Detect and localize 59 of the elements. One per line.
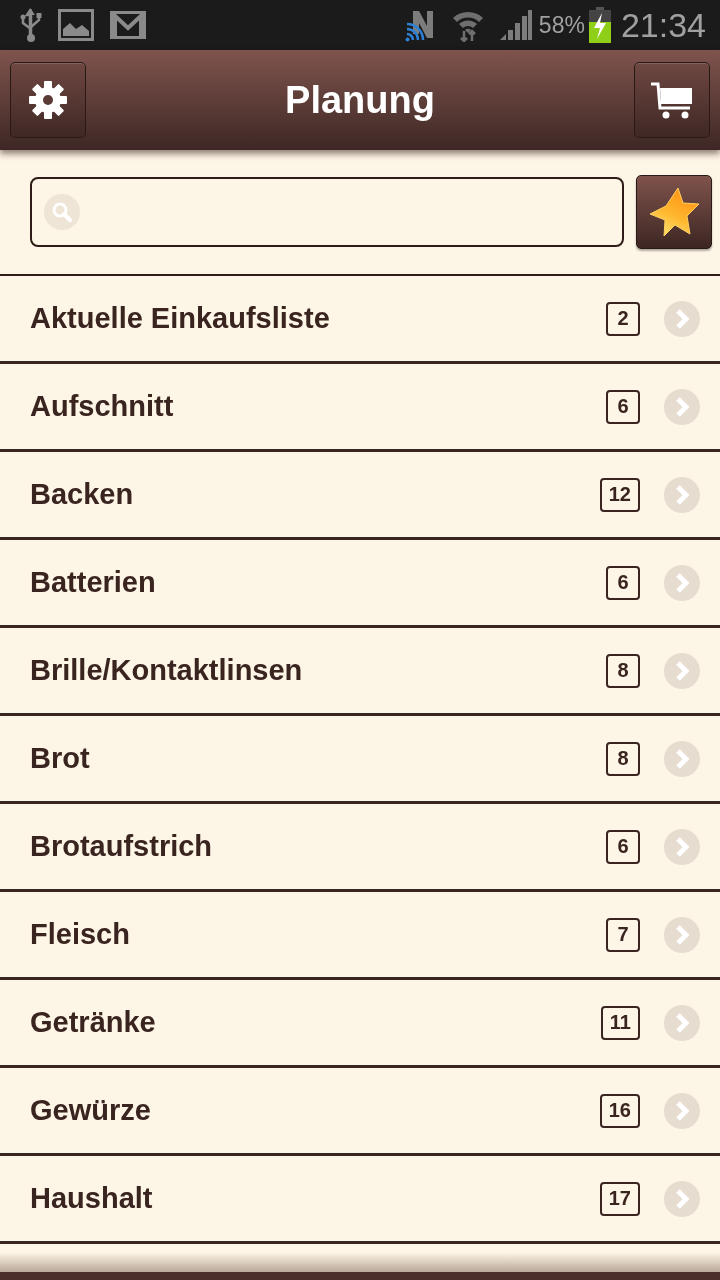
chevron-right-icon	[664, 1004, 700, 1041]
search-icon	[44, 194, 80, 230]
screen-title: Planung	[285, 78, 435, 122]
category-name: Brot	[30, 742, 91, 775]
category-row[interactable]: Batterien 6	[0, 540, 720, 628]
item-count: 2	[606, 301, 640, 336]
search-field[interactable]	[30, 177, 624, 247]
clock-time: 21:34	[620, 5, 706, 45]
item-count: 8	[606, 653, 640, 688]
category-row[interactable]: Backen 12	[0, 452, 720, 540]
chevron-right-icon	[664, 388, 700, 425]
category-row[interactable]: Aufschnitt 6	[0, 364, 720, 452]
chevron-right-icon	[664, 476, 700, 513]
category-name: Backen	[30, 478, 135, 511]
item-count: 11	[600, 1005, 640, 1040]
chevron-right-icon	[664, 300, 700, 337]
chevron-right-icon	[664, 564, 700, 601]
category-name: Aufschnitt	[30, 390, 175, 423]
settings-button[interactable]	[10, 62, 86, 138]
shopping-cart-icon	[650, 80, 694, 120]
chevron-right-icon	[664, 828, 700, 865]
item-count: 6	[606, 389, 640, 424]
category-row[interactable]: Getränke 11	[0, 980, 720, 1068]
category-name: Brille/Kontaktlinsen	[30, 654, 304, 687]
mail-icon	[110, 11, 146, 39]
item-count: 7	[606, 917, 640, 952]
chevron-right-icon	[664, 1092, 700, 1129]
category-row[interactable]: Fleisch 7	[0, 892, 720, 980]
battery-percent: 58%	[538, 11, 585, 39]
item-count: 16	[599, 1093, 640, 1128]
category-name: Aktuelle Einkaufsliste	[30, 302, 331, 335]
battery-charging-icon	[588, 7, 611, 43]
chevron-right-icon	[664, 740, 700, 777]
chevron-right-icon	[664, 652, 700, 689]
category-row[interactable]: Gewürze 16	[0, 1068, 720, 1156]
category-name: Fleisch	[30, 918, 131, 951]
item-count: 12	[599, 477, 640, 512]
favorites-button[interactable]	[636, 175, 712, 249]
chevron-right-icon	[664, 916, 700, 953]
category-name: Haushalt	[30, 1182, 154, 1215]
star-icon	[648, 187, 700, 237]
item-count: 17	[599, 1181, 640, 1216]
category-name: Getränke	[30, 1006, 157, 1039]
chevron-right-icon	[664, 1180, 700, 1217]
signal-icon	[498, 9, 533, 41]
settings-icon	[28, 80, 68, 120]
item-count: 6	[606, 565, 640, 600]
cart-button[interactable]	[634, 62, 710, 138]
category-row[interactable]: Brot 8	[0, 716, 720, 804]
category-row[interactable]: Brille/Kontaktlinsen 8	[0, 628, 720, 716]
category-row[interactable]: Brotaufstrich 6	[0, 804, 720, 892]
category-row[interactable]: Aktuelle Einkaufsliste 2	[0, 276, 720, 364]
image-icon	[58, 9, 94, 41]
usb-icon	[20, 7, 42, 43]
item-count: 6	[606, 829, 640, 864]
item-count: 8	[606, 741, 640, 776]
category-name: Brotaufstrich	[30, 830, 214, 863]
category-name: Batterien	[30, 566, 157, 599]
category-name: Gewürze	[30, 1094, 152, 1127]
